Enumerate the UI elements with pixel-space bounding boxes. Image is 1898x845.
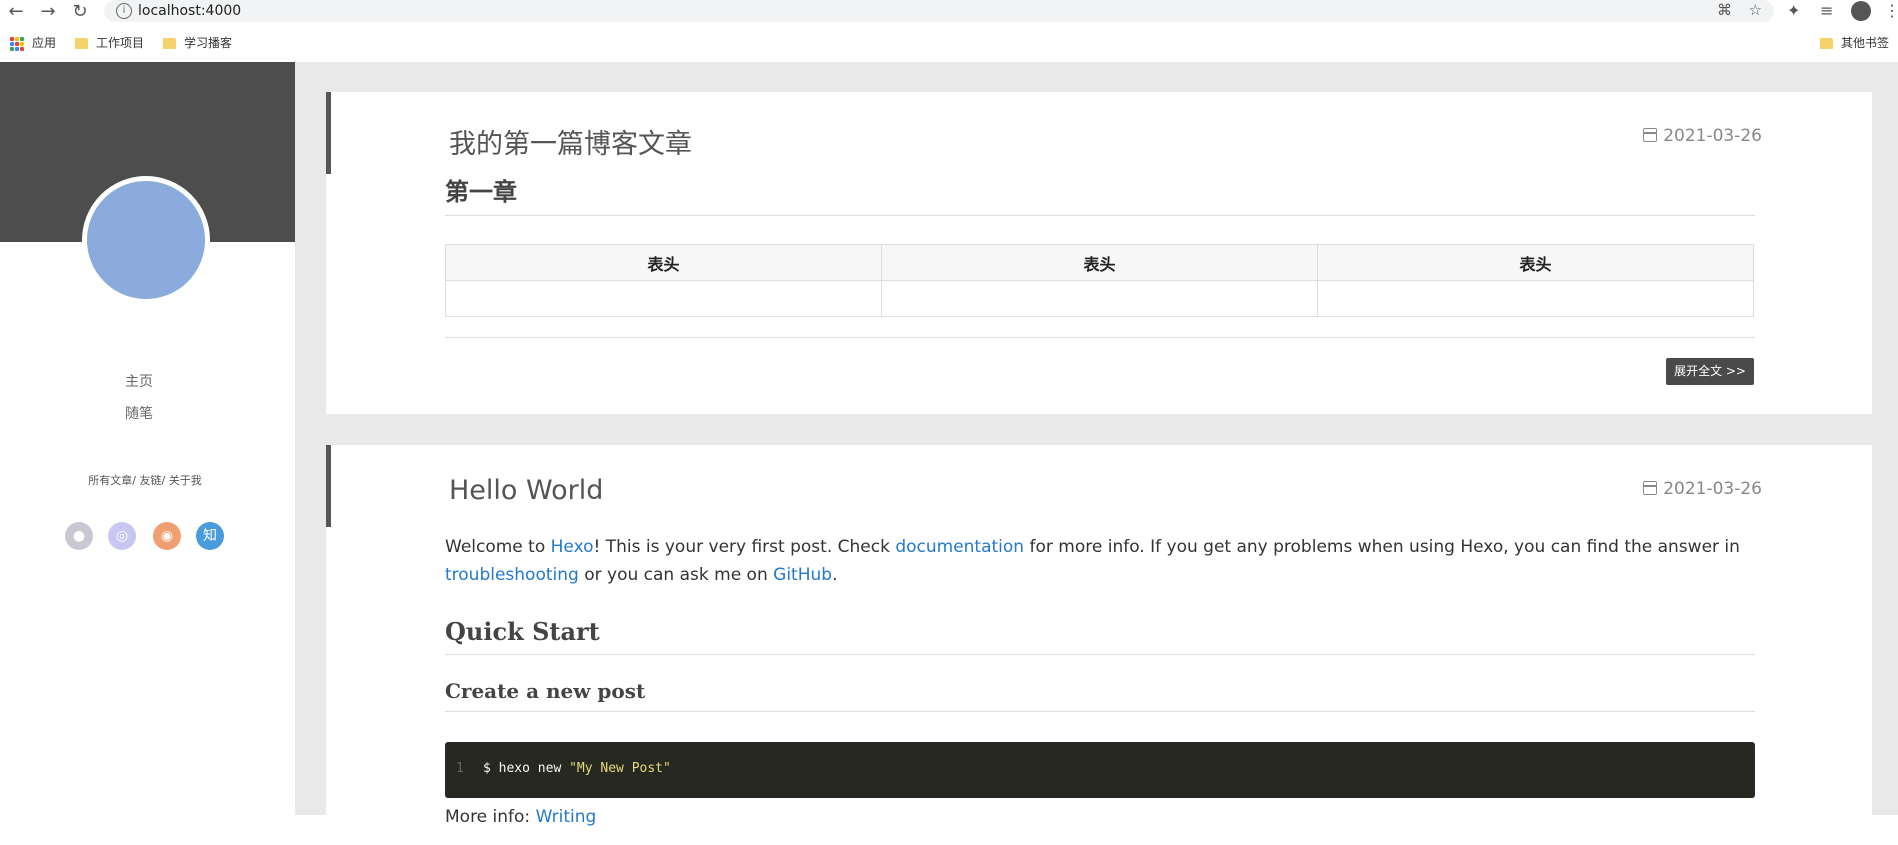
post-content: 第一章 表头 表头 表头	[445, 172, 1755, 317]
reload-icon[interactable]: ↻	[70, 2, 90, 22]
extensions-icon[interactable]: ✦	[1787, 1, 1800, 20]
code-line-number: 1	[456, 761, 464, 776]
documentation-link[interactable]: documentation	[895, 537, 1024, 557]
menu-icon[interactable]: ⋮	[1884, 1, 1898, 20]
post-accent-bar	[326, 92, 331, 174]
intro-text: ! This is your very first post. Check	[593, 537, 896, 557]
writing-link[interactable]: Writing	[536, 807, 597, 827]
calendar-icon	[1643, 128, 1658, 142]
github-link[interactable]: GitHub	[773, 565, 832, 585]
code-command: $ hexo new	[483, 761, 570, 776]
forward-icon[interactable]: →	[38, 2, 58, 22]
intro-text: or you can ask me on	[578, 565, 774, 585]
blog-page: 主页 随笔 所有文章/ 友链/ 关于我 ● ◎ ◉ 知 我的第一篇博客文章 20…	[0, 62, 1898, 845]
bookmark-label: 工作项目	[96, 36, 145, 50]
site-info-icon[interactable]: i	[116, 3, 132, 19]
table-header: 表头	[1317, 244, 1754, 281]
troubleshooting-link[interactable]: troubleshooting	[445, 565, 579, 585]
bookmark-label: 学习播客	[184, 36, 233, 50]
address-bar[interactable]: i localhost:4000 ☆ ⌘	[104, 0, 1774, 22]
subsection-heading: Create a new post	[445, 679, 1755, 712]
post-content: Welcome to Hexo! This is your very first…	[445, 533, 1755, 589]
nav-essays[interactable]: 随笔	[0, 402, 278, 434]
sidebar: 主页 随笔 所有文章/ 友链/ 关于我 ● ◎ ◉ 知	[0, 62, 295, 815]
bookmark-folder[interactable]: 学习播客	[163, 34, 232, 52]
bookmark-folder[interactable]: 工作项目	[75, 34, 144, 52]
link-friends[interactable]: 友链	[140, 474, 162, 487]
github-icon[interactable]: ●	[65, 522, 93, 550]
url-text[interactable]: localhost:4000	[138, 2, 241, 20]
post-title[interactable]: 我的第一篇博客文章	[449, 122, 692, 161]
weibo-icon[interactable]: ◎	[108, 522, 136, 550]
post-title[interactable]: Hello World	[449, 475, 603, 506]
rss-icon[interactable]: ◉	[153, 522, 181, 550]
link-separator: /	[161, 474, 166, 487]
profile-avatar[interactable]	[1851, 1, 1871, 21]
more-info-label: More info:	[445, 807, 536, 827]
post-date: 2021-03-26	[1643, 126, 1762, 146]
post-divider	[445, 337, 1755, 338]
folder-icon	[163, 38, 176, 49]
post-intro: Welcome to Hexo! This is your very first…	[445, 533, 1755, 589]
table-row	[445, 280, 1754, 317]
post-card: 我的第一篇博客文章 2021-03-26 第一章 表头 表头 表头 展开全文 >…	[326, 92, 1872, 414]
table-header: 表头	[445, 244, 882, 281]
avatar[interactable]	[82, 176, 210, 304]
code-line: $ hexo new "My New Post"	[483, 761, 671, 776]
code-string: "My New Post"	[569, 761, 671, 776]
content-table: 表头 表头 表头	[445, 244, 1754, 317]
section-quick-start: Quick Start	[445, 617, 1755, 655]
calendar-icon	[1643, 481, 1658, 495]
zhihu-icon[interactable]: 知	[196, 522, 224, 550]
subsection-create-post: Create a new post	[445, 679, 1755, 712]
post-heading: 第一章	[445, 172, 1755, 216]
browser-chrome: ← → ↻ i localhost:4000 ☆ ⌘ ✦ ≡ ⋮ 应用 工作项目…	[0, 0, 1898, 63]
sidebar-links: 所有文章/ 友链/ 关于我	[0, 472, 290, 488]
post-card: Hello World 2021-03-26 Welcome to Hexo! …	[326, 445, 1872, 845]
read-more-button[interactable]: 展开全文 >>	[1666, 358, 1754, 385]
translate-icon[interactable]: ⌘	[1717, 1, 1732, 19]
link-all-posts[interactable]: 所有文章	[88, 474, 132, 487]
table-header: 表头	[881, 244, 1318, 281]
intro-text: .	[832, 565, 838, 585]
apps-grid-icon	[10, 36, 24, 51]
post-date-text: 2021-03-26	[1663, 126, 1762, 146]
section-heading: Quick Start	[445, 617, 1755, 655]
code-block: 1 $ hexo new "My New Post"	[445, 742, 1755, 798]
more-info-text: More info: Writing	[445, 803, 1755, 831]
post-accent-bar	[326, 445, 331, 527]
bookmark-label: 应用	[32, 36, 57, 50]
link-separator: /	[132, 474, 136, 487]
bookmark-folder-other[interactable]: 其他书签	[1820, 34, 1889, 52]
bookmarks-bar: 应用 工作项目 学习播客 其他书签	[0, 32, 1898, 54]
link-about[interactable]: 关于我	[169, 474, 202, 487]
post-date: 2021-03-26	[1643, 479, 1762, 499]
browser-toolbar: ← → ↻ i localhost:4000 ☆ ⌘ ✦ ≡ ⋮	[0, 0, 1898, 24]
intro-text: Welcome to	[445, 537, 551, 557]
bookmark-label: 其他书签	[1841, 36, 1890, 50]
folder-icon	[75, 38, 88, 49]
more-info: More info: Writing	[445, 803, 1755, 831]
reading-list-icon[interactable]: ≡	[1820, 1, 1833, 20]
sidebar-nav: 主页 随笔	[0, 370, 278, 434]
post-date-text: 2021-03-26	[1663, 479, 1762, 499]
hexo-link[interactable]: Hexo	[551, 537, 594, 557]
back-icon[interactable]: ←	[6, 2, 26, 22]
intro-text: for more info. If you get any problems w…	[1024, 537, 1740, 557]
nav-home[interactable]: 主页	[0, 370, 278, 402]
folder-icon	[1820, 38, 1833, 49]
bookmark-star-icon[interactable]: ☆	[1749, 1, 1762, 19]
bookmark-apps[interactable]: 应用	[10, 34, 56, 52]
